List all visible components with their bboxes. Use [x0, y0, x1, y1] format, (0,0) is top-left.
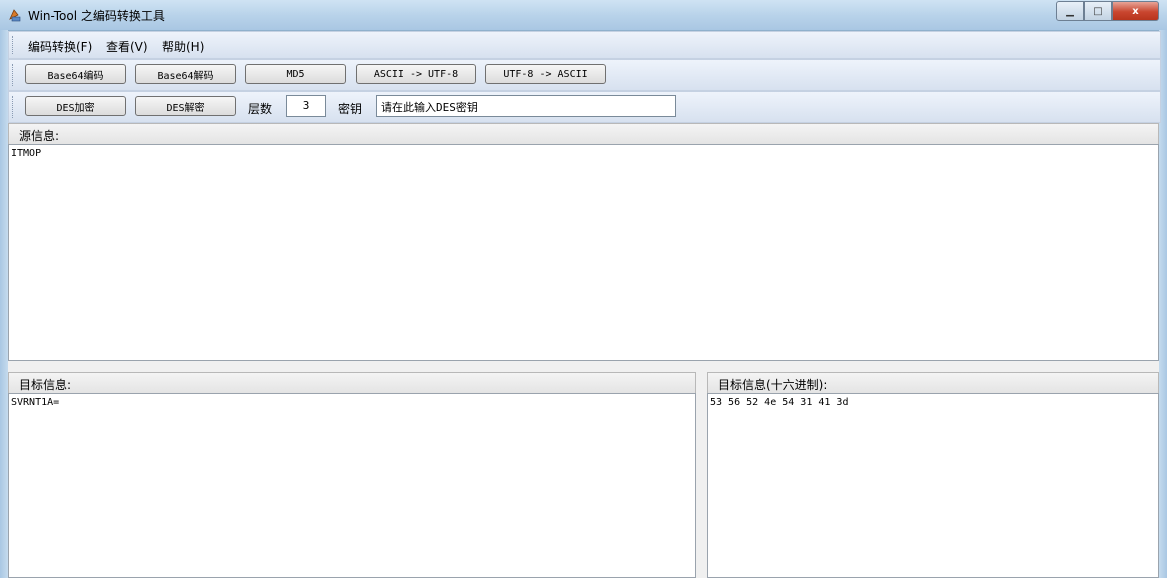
target-header: 目标信息:: [8, 372, 696, 394]
layers-label: 层数: [248, 102, 273, 116]
toolbar-grip[interactable]: [12, 64, 15, 86]
menu-help[interactable]: 帮助(H): [162, 38, 204, 55]
base64-decode-button[interactable]: Base64解码: [135, 64, 236, 84]
target-hex-header: 目标信息(十六进制):: [707, 372, 1159, 394]
source-textarea[interactable]: ITMOP: [8, 144, 1159, 361]
key-input[interactable]: 请在此输入DES密钥: [376, 95, 676, 117]
toolbar-encoding: Base64编码 Base64解码 MD5 ASCII -> UTF-8 UTF…: [8, 59, 1161, 91]
close-button[interactable]: x: [1112, 1, 1159, 21]
menu-encoding[interactable]: 编码转换(F): [28, 38, 92, 55]
toolbar-grip[interactable]: [12, 96, 15, 118]
window-frame-left: [0, 30, 8, 578]
menu-view[interactable]: 查看(V): [106, 38, 148, 55]
md5-button[interactable]: MD5: [245, 64, 346, 84]
toolbar-des: DES加密 DES解密 层数 3 密钥 请在此输入DES密钥: [8, 91, 1161, 123]
maximize-icon: □: [1093, 5, 1103, 17]
maximize-button[interactable]: □: [1084, 1, 1112, 21]
target-textarea[interactable]: SVRNT1A=: [8, 393, 696, 578]
window-title: Win-Tool 之编码转换工具: [28, 9, 165, 23]
target-hex-textarea[interactable]: 53 56 52 4e 54 31 41 3d: [707, 393, 1159, 578]
minimize-icon: ▁: [1066, 5, 1074, 17]
close-icon: x: [1132, 5, 1139, 17]
utf8-to-ascii-button[interactable]: UTF-8 -> ASCII: [485, 64, 606, 84]
key-label: 密钥: [338, 102, 363, 116]
base64-encode-button[interactable]: Base64编码: [25, 64, 126, 84]
app-icon: [9, 9, 21, 22]
menu-bar: 编码转换(F) 查看(V) 帮助(H): [8, 31, 1161, 59]
layers-input[interactable]: 3: [286, 95, 326, 117]
des-encrypt-button[interactable]: DES加密: [25, 96, 126, 116]
title-bar[interactable]: Win-Tool 之编码转换工具 ▁ □ x: [0, 0, 1167, 31]
source-header: 源信息:: [8, 123, 1159, 145]
minimize-button[interactable]: ▁: [1056, 1, 1084, 21]
ascii-to-utf8-button[interactable]: ASCII -> UTF-8: [356, 64, 476, 84]
menu-grip[interactable]: [12, 36, 15, 54]
des-decrypt-button[interactable]: DES解密: [135, 96, 236, 116]
